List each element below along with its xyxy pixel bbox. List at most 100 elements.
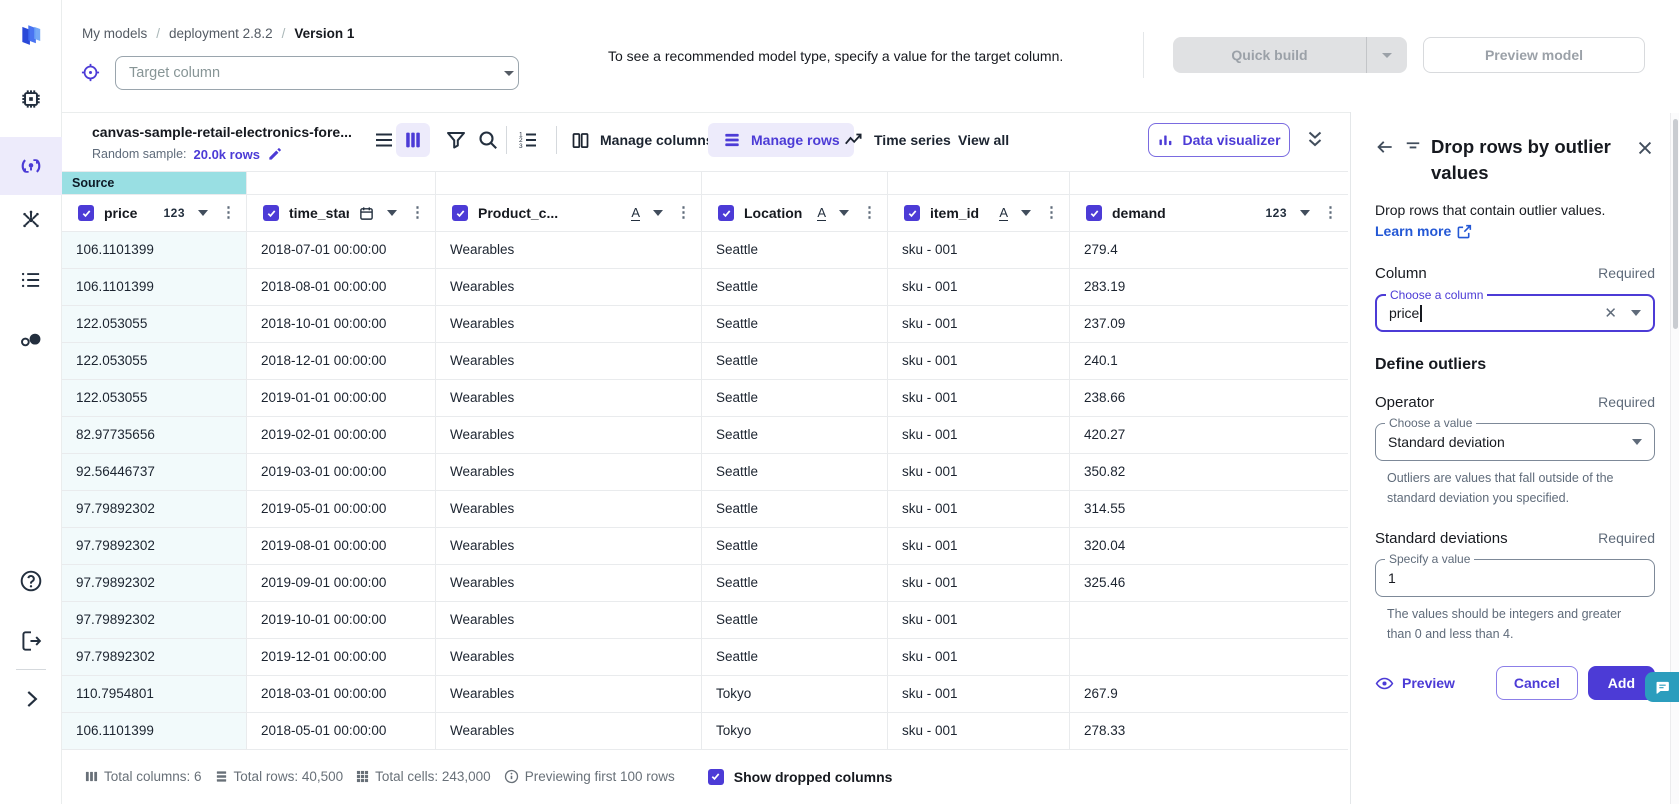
- column-menu-caret-icon[interactable]: [387, 210, 397, 216]
- app-logo[interactable]: [18, 22, 44, 48]
- data-visualizer-button[interactable]: Data visualizer: [1148, 123, 1290, 157]
- column-name: demand: [1112, 205, 1166, 221]
- table-row: 106.11013992018-07-01 00:00:00WearablesS…: [62, 232, 1348, 269]
- target-column-input[interactable]: [115, 56, 519, 90]
- table-cell: sku - 001: [888, 343, 1070, 380]
- column-menu-caret-icon[interactable]: [839, 210, 849, 216]
- column-view-icon[interactable]: [396, 123, 430, 157]
- table-cell: 2019-02-01 00:00:00: [247, 417, 436, 454]
- column-menu-caret-icon[interactable]: [653, 210, 663, 216]
- numeric-type-icon: 123: [163, 206, 185, 220]
- target-icon: [80, 62, 101, 83]
- cancel-button[interactable]: Cancel: [1496, 666, 1578, 700]
- time-series-button[interactable]: Time series: [843, 123, 951, 157]
- table-cell: sku - 001: [888, 528, 1070, 565]
- column-kebab-icon[interactable]: ⋮: [676, 205, 691, 221]
- learn-more-label: Learn more: [1375, 223, 1451, 239]
- table-cell: 122.053055: [62, 306, 247, 343]
- scrollbar-thumb[interactable]: [1673, 119, 1678, 329]
- sample-rows-value[interactable]: 20.0k rows: [194, 147, 261, 162]
- table-cell: Wearables: [436, 232, 702, 269]
- column-checkbox[interactable]: [263, 205, 279, 221]
- chevron-down-icon[interactable]: [1632, 439, 1642, 445]
- logout-icon[interactable]: [18, 628, 44, 654]
- table-cell: sku - 001: [888, 306, 1070, 343]
- expand-icon[interactable]: [18, 686, 44, 712]
- chat-bubble-icon: [1654, 679, 1671, 696]
- table-cell: Seattle: [702, 343, 888, 380]
- column-header-time-stamp[interactable]: time_stamp⋮: [247, 195, 436, 232]
- table-row: 106.11013992018-05-01 00:00:00WearablesT…: [62, 713, 1348, 750]
- column-menu-caret-icon[interactable]: [1300, 210, 1310, 216]
- cells-count-icon: [356, 770, 369, 783]
- column-checkbox[interactable]: [1086, 205, 1102, 221]
- edit-sample-pencil-icon[interactable]: [267, 146, 283, 162]
- column-kebab-icon[interactable]: ⋮: [410, 205, 425, 221]
- manage-rows-button[interactable]: Manage rows: [708, 123, 854, 157]
- column-checkbox[interactable]: [904, 205, 920, 221]
- list-view-icon[interactable]: [372, 128, 396, 152]
- quick-build-button[interactable]: Quick build: [1173, 37, 1407, 73]
- date-type-icon: [359, 206, 374, 221]
- learn-more-link[interactable]: Learn more: [1375, 223, 1472, 239]
- quick-build-caret-icon[interactable]: [1367, 37, 1407, 73]
- data-visualizer-label: Data visualizer: [1182, 132, 1280, 148]
- column-kebab-icon[interactable]: ⋮: [221, 205, 236, 221]
- manage-columns-button[interactable]: Manage columns: [570, 123, 714, 157]
- preview-label: Preview: [1402, 675, 1455, 691]
- filter-icon[interactable]: [444, 128, 468, 152]
- back-arrow-icon[interactable]: [1375, 137, 1395, 157]
- stddev-section-label: Standard deviations: [1375, 530, 1508, 547]
- show-dropped-columns-toggle[interactable]: Show dropped columns: [708, 769, 893, 785]
- versions-icon[interactable]: [18, 327, 44, 353]
- nav-divider: [16, 669, 46, 670]
- table-row: 97.798923022019-10-01 00:00:00WearablesS…: [62, 602, 1348, 639]
- table-row: 92.564467372019-03-01 00:00:00WearablesS…: [62, 454, 1348, 491]
- column-header-item-id[interactable]: item_idA⋮: [888, 195, 1070, 232]
- hub-icon[interactable]: [18, 207, 44, 233]
- breadcrumb-my-models[interactable]: My models: [82, 26, 147, 41]
- preview-model-button[interactable]: Preview model: [1423, 37, 1645, 73]
- show-dropped-checkbox[interactable]: [708, 769, 724, 785]
- close-icon[interactable]: [1635, 138, 1655, 158]
- column-checkbox[interactable]: [78, 205, 94, 221]
- table-cell: 279.4: [1070, 232, 1348, 269]
- column-name: item_id: [930, 205, 979, 221]
- column-kebab-icon[interactable]: ⋮: [1323, 205, 1338, 221]
- table-cell: Wearables: [436, 602, 702, 639]
- chevron-down-icon[interactable]: [1631, 310, 1641, 316]
- column-kebab-icon[interactable]: ⋮: [1044, 205, 1059, 221]
- canvas-model-icon[interactable]: [18, 153, 44, 179]
- chat-widget-button[interactable]: [1645, 672, 1679, 702]
- table-cell: 283.19: [1070, 269, 1348, 306]
- pipeline-band: Source: [62, 172, 1348, 195]
- search-icon[interactable]: [476, 128, 500, 152]
- column-checkbox[interactable]: [452, 205, 468, 221]
- column-header-product-c-[interactable]: Product_c...A⋮: [436, 195, 702, 232]
- double-chevron-down-icon[interactable]: [1303, 128, 1327, 152]
- clear-icon[interactable]: ✕: [1604, 306, 1617, 321]
- column-header-demand[interactable]: demand123⋮: [1070, 195, 1348, 232]
- list-icon[interactable]: [18, 267, 44, 293]
- choose-column-input[interactable]: Choose a column price ✕: [1375, 294, 1655, 332]
- breadcrumb-deployment[interactable]: deployment 2.8.2: [169, 26, 273, 41]
- help-icon[interactable]: [18, 568, 44, 594]
- table-cell: sku - 001: [888, 602, 1070, 639]
- manage-rows-label: Manage rows: [751, 132, 840, 148]
- column-menu-caret-icon[interactable]: [1021, 210, 1031, 216]
- source-step-tag[interactable]: Source: [62, 172, 246, 194]
- target-column-caret-icon[interactable]: [504, 71, 514, 81]
- view-all-button[interactable]: View all: [958, 123, 1009, 157]
- column-header-row: price123⋮time_stamp⋮Product_c...A⋮Locati…: [62, 195, 1348, 232]
- compute-icon[interactable]: [18, 86, 44, 112]
- column-checkbox[interactable]: [718, 205, 734, 221]
- numbered-list-icon[interactable]: 123: [516, 128, 540, 152]
- operator-select[interactable]: Choose a value Standard deviation: [1375, 423, 1655, 461]
- column-header-location[interactable]: LocationA⋮: [702, 195, 888, 232]
- column-header-price[interactable]: price123⋮: [62, 195, 247, 232]
- preview-button[interactable]: Preview: [1375, 674, 1455, 693]
- column-kebab-icon[interactable]: ⋮: [862, 205, 877, 221]
- status-item: Previewing first 100 rows: [504, 769, 675, 784]
- column-menu-caret-icon[interactable]: [198, 210, 208, 216]
- stddev-input[interactable]: Specify a value 1: [1375, 559, 1655, 597]
